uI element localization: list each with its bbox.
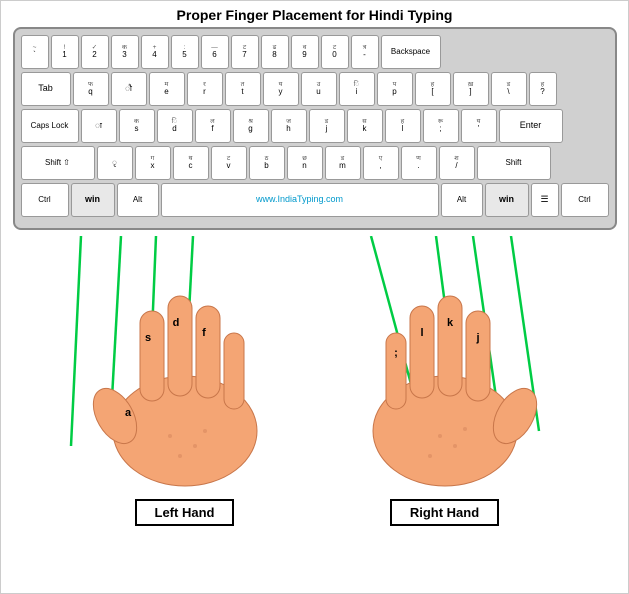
key-k: सk: [347, 109, 383, 143]
key-9: व9: [291, 35, 319, 69]
svg-text:;: ;: [394, 347, 398, 359]
key-8: ढ8: [261, 35, 289, 69]
key-comma: ए,: [363, 146, 399, 180]
key-backslash: ड\: [491, 72, 527, 106]
key-row-4: Shift ⇧ ृ गx थc टv ठb छn डm ए, ण. श/ Shi…: [21, 146, 609, 180]
key-6: —6: [201, 35, 229, 69]
key-q2: ह?: [529, 72, 557, 106]
key-ctrl-left[interactable]: Ctrl: [21, 183, 69, 217]
key-p: पp: [377, 72, 413, 106]
left-hand-label: Left Hand: [135, 499, 235, 526]
key-v: टv: [211, 146, 247, 180]
key-l: हl: [385, 109, 421, 143]
key-win-left[interactable]: win: [71, 183, 115, 217]
key-i: िi: [339, 72, 375, 106]
svg-text:f: f: [202, 327, 206, 339]
key-u: उu: [301, 72, 337, 106]
svg-text:l: l: [420, 327, 423, 339]
key-backtick: ~`: [21, 35, 49, 69]
key-quote: य': [461, 109, 497, 143]
key-4: +4: [141, 35, 169, 69]
key-z: ृ: [97, 146, 133, 180]
svg-text:s: s: [144, 332, 150, 344]
key-r: रr: [187, 72, 223, 106]
key-d: िd: [157, 109, 193, 143]
key-minus: त्र-: [351, 35, 379, 69]
key-b: ठb: [249, 146, 285, 180]
svg-text:d: d: [172, 317, 179, 329]
key-space[interactable]: www.IndiaTyping.com: [161, 183, 439, 217]
key-row-1: ~` !1 ✓2 क3 +4 :5 —6 ट7 ढ8 व9 ट0 त्र- Ba…: [21, 35, 609, 69]
key-tab: Tab: [21, 72, 71, 106]
key-alt-right[interactable]: Alt: [441, 183, 483, 217]
right-hand-svg: ; l k j: [345, 261, 545, 491]
key-win-right[interactable]: win: [485, 183, 529, 217]
svg-text:j: j: [475, 332, 479, 344]
key-enter[interactable]: Enter: [499, 109, 563, 143]
key-shift-left[interactable]: Shift ⇧: [21, 146, 95, 180]
key-e: मe: [149, 72, 185, 106]
key-n: छn: [287, 146, 323, 180]
key-t: तt: [225, 72, 261, 106]
key-alt-left[interactable]: Alt: [117, 183, 159, 217]
key-shift-right[interactable]: Shift: [477, 146, 551, 180]
right-hand-label: Right Hand: [390, 499, 499, 526]
key-semi: रू;: [423, 109, 459, 143]
key-y: यy: [263, 72, 299, 106]
key-5: :5: [171, 35, 199, 69]
key-2: ✓2: [81, 35, 109, 69]
key-m: डm: [325, 146, 361, 180]
key-3: क3: [111, 35, 139, 69]
key-period: ण.: [401, 146, 437, 180]
key-x: गx: [135, 146, 171, 180]
key-capslock[interactable]: Caps Lock: [21, 109, 79, 143]
svg-text:k: k: [446, 317, 453, 329]
key-h: जh: [271, 109, 307, 143]
svg-text:a: a: [124, 407, 131, 419]
left-hand-container: s d f a Left Hand: [85, 261, 285, 526]
key-f: लf: [195, 109, 231, 143]
key-g: श्रg: [233, 109, 269, 143]
key-7: ट7: [231, 35, 259, 69]
key-bracket-r: ख़]: [453, 72, 489, 106]
key-backspace: Backspace: [381, 35, 441, 69]
key-bracket-l: ह[: [415, 72, 451, 106]
key-slash: श/: [439, 146, 475, 180]
key-row-5: Ctrl win Alt www.IndiaTyping.com Alt win…: [21, 183, 609, 217]
right-hand-container: ; l k j Right Hand: [345, 261, 545, 526]
key-row-3: Caps Lock ा कs िd लf श्रg जh डj सk हl रू…: [21, 109, 609, 143]
key-q: फq: [73, 72, 109, 106]
key-s: कs: [119, 109, 155, 143]
page-title: Proper Finger Placement for Hindi Typing: [1, 1, 628, 27]
key-ctrl-right[interactable]: Ctrl: [561, 183, 609, 217]
key-0: ट0: [321, 35, 349, 69]
left-hand-svg: s d f a: [85, 261, 285, 491]
key-w: ौ: [111, 72, 147, 106]
key-menu[interactable]: ☰: [531, 183, 559, 217]
key-c: थc: [173, 146, 209, 180]
main-container: Proper Finger Placement for Hindi Typing…: [0, 0, 629, 594]
key-row-2: Tab फq ौ मe रr तt यy उu िi पp ह[ ख़] ड\ …: [21, 72, 609, 106]
hands-area: s d f a Left Hand: [1, 236, 628, 526]
key-1: !1: [51, 35, 79, 69]
key-a: ा: [81, 109, 117, 143]
key-j: डj: [309, 109, 345, 143]
keyboard-diagram: ~` !1 ✓2 क3 +4 :5 —6 ट7 ढ8 व9 ट0 त्र- Ba…: [13, 27, 617, 230]
